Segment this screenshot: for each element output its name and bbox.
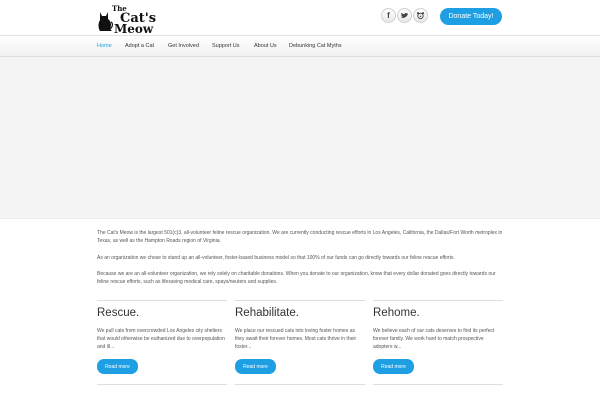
- dog-face-icon: [416, 12, 425, 20]
- nav-item-get-involved[interactable]: Get Involved: [168, 36, 199, 57]
- column-title-rehome: Rehome.: [373, 307, 420, 319]
- nav-item-adopt-a-cat[interactable]: Adopt a Cat: [125, 36, 154, 57]
- column-text-rehabilitate: We place our rescued cats into loving fo…: [235, 328, 357, 350]
- read-more-button-rehome[interactable]: Read more: [373, 359, 414, 374]
- site-logo[interactable]: The Cat's Meow: [97, 4, 156, 36]
- column-divider: [97, 384, 227, 385]
- facebook-button[interactable]: f: [381, 8, 396, 23]
- twitter-button[interactable]: [397, 8, 412, 23]
- top-bar: The Cat's Meow f Donate Today!: [0, 0, 600, 35]
- intro-paragraph: As an organization we chose to stand up …: [97, 255, 455, 261]
- logo-text-meow: Meow: [114, 22, 154, 36]
- intro-paragraph: The Cat's Meow is the largest 501(c)3, a…: [97, 230, 503, 244]
- column-title-rehabilitate: Rehabilitate.: [235, 307, 299, 319]
- column-divider: [97, 300, 227, 301]
- column-divider: [373, 300, 503, 301]
- column-text-rescue: We pull cats from overcrowded Los Angele…: [97, 328, 225, 350]
- column-title-rescue: Rescue.: [97, 307, 140, 319]
- column-divider: [235, 300, 365, 301]
- donate-button[interactable]: Donate Today!: [440, 8, 502, 25]
- hero-slider: [0, 57, 600, 219]
- logo-wordmark: The Cat's Meow: [112, 4, 156, 36]
- column-divider: [373, 384, 503, 385]
- twitter-bird-icon: [400, 12, 409, 18]
- dog-face-button[interactable]: [413, 8, 428, 23]
- intro-paragraph: Because we are an all-volunteer organiza…: [97, 271, 496, 285]
- column-text-rehome: We believe each of our cats deserves to …: [373, 328, 495, 350]
- nav-item-about-us[interactable]: About Us: [254, 36, 277, 57]
- cat-silhouette-icon: [98, 12, 113, 31]
- nav-item-debunking-cat-myths[interactable]: Debunking Cat Myths: [289, 36, 342, 57]
- read-more-button-rescue[interactable]: Read more: [97, 359, 138, 374]
- column-divider: [235, 384, 365, 385]
- facebook-icon: f: [387, 11, 390, 20]
- read-more-button-rehabilitate[interactable]: Read more: [235, 359, 276, 374]
- nav-item-home[interactable]: Home: [97, 36, 112, 57]
- nav-item-support-us[interactable]: Support Us: [212, 36, 240, 57]
- main-nav: Home Adopt a Cat Get Involved Support Us…: [0, 35, 600, 57]
